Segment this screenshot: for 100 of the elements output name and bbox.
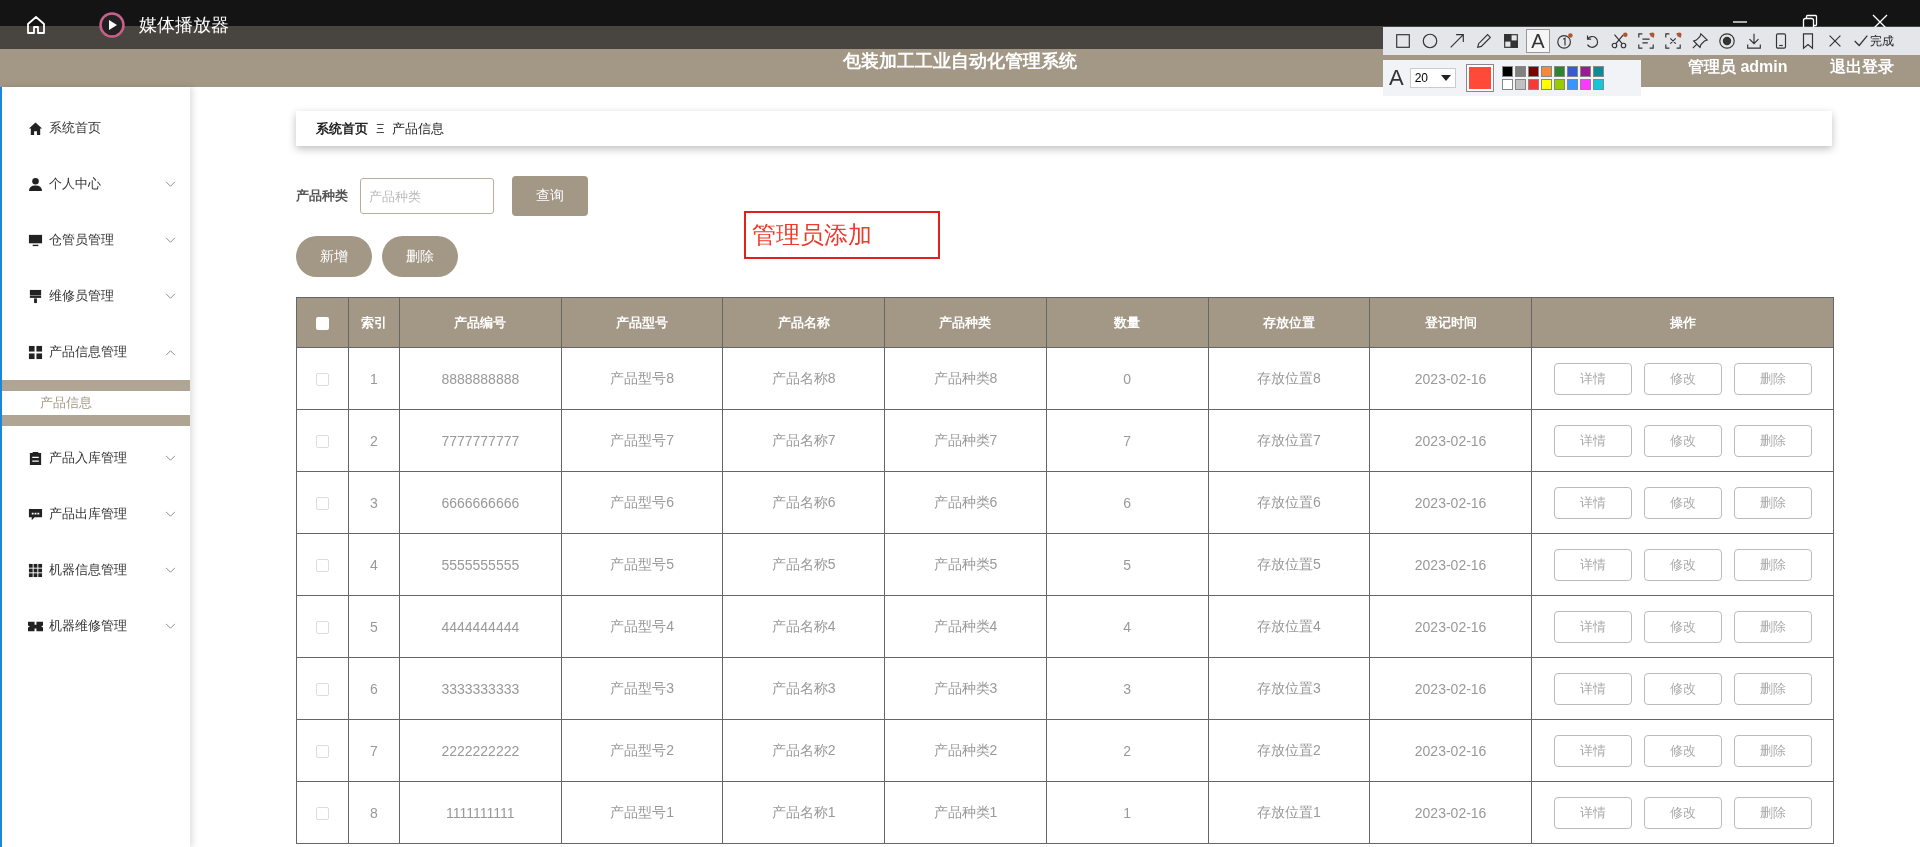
table-cell: 产品型号7 — [561, 409, 723, 472]
sidebar-item[interactable]: 个人中心 — [2, 156, 190, 212]
table-cell: 8888888888 — [399, 347, 562, 410]
edit-button[interactable]: 修改 — [1643, 734, 1722, 767]
delete-button[interactable]: 删除 — [1733, 734, 1812, 767]
table-cell: 产品名称6 — [722, 471, 885, 534]
details-button[interactable]: 详情 — [1553, 734, 1632, 767]
sidebar-item[interactable]: 维修员管理 — [2, 268, 190, 324]
edit-button[interactable]: 修改 — [1643, 672, 1722, 705]
color-swatch[interactable] — [1527, 66, 1539, 77]
details-button[interactable]: 详情 — [1553, 486, 1632, 519]
sidebar-item[interactable]: 产品入库管理 — [2, 430, 190, 486]
edit-button[interactable]: 修改 — [1643, 548, 1722, 581]
row-checkbox[interactable] — [316, 745, 329, 759]
column-header: 索引 — [348, 297, 400, 348]
color-swatch[interactable] — [1579, 66, 1591, 77]
edit-button[interactable]: 修改 — [1643, 362, 1722, 395]
table-cell: 4 — [1046, 595, 1208, 658]
delete-button[interactable]: 删除 — [1733, 362, 1812, 395]
color-swatch[interactable] — [1592, 66, 1604, 77]
table-cell: 1 — [1046, 781, 1208, 844]
color-swatch[interactable] — [1566, 66, 1578, 77]
table-cell: 产品名称4 — [722, 595, 885, 658]
row-checkbox[interactable] — [316, 683, 329, 697]
table-cell: 2023-02-16 — [1369, 533, 1532, 596]
select-all-checkbox[interactable] — [316, 317, 329, 331]
table-cell: 产品型号3 — [561, 657, 723, 720]
color-swatch[interactable] — [1592, 79, 1604, 90]
table-cell: 产品名称1 — [722, 781, 885, 844]
color-swatch[interactable] — [1540, 79, 1552, 90]
delete-button[interactable]: 删除 — [1733, 610, 1812, 643]
table-cell: 产品名称8 — [722, 347, 885, 410]
table-cell: 2023-02-16 — [1369, 719, 1532, 782]
current-color-swatch[interactable] — [1465, 64, 1494, 92]
table-cell: 产品种类6 — [884, 471, 1047, 534]
row-checkbox[interactable] — [316, 807, 329, 821]
table-cell: 存放位置1 — [1208, 781, 1370, 844]
details-button[interactable]: 详情 — [1553, 424, 1632, 457]
done-button[interactable]: 完成 — [1852, 32, 1894, 50]
edit-button[interactable]: 修改 — [1643, 796, 1722, 829]
add-button[interactable]: 新增 — [296, 236, 372, 277]
edit-button[interactable]: 修改 — [1643, 424, 1722, 457]
delete-button[interactable]: 删除 — [1733, 424, 1812, 457]
color-swatch[interactable] — [1514, 66, 1526, 77]
row-checkbox[interactable] — [316, 435, 329, 449]
color-swatch[interactable] — [1501, 79, 1513, 90]
font-size-dropdown[interactable]: 20 — [1409, 68, 1456, 88]
details-button[interactable]: 详情 — [1553, 672, 1632, 705]
table-cell: 存放位置8 — [1208, 347, 1370, 410]
sidebar-item[interactable]: 产品出库管理 — [2, 486, 190, 542]
table-cell: 产品型号1 — [561, 781, 723, 844]
row-checkbox[interactable] — [316, 497, 329, 511]
details-button[interactable]: 详情 — [1553, 610, 1632, 643]
logout-link[interactable]: 退出登录 — [1830, 57, 1894, 78]
table-cell: 产品名称5 — [722, 533, 885, 596]
sidebar-item[interactable]: 产品信息管理 — [2, 324, 190, 380]
table-cell: 6 — [1046, 471, 1208, 534]
color-swatch[interactable] — [1553, 79, 1565, 90]
edit-button[interactable]: 修改 — [1643, 610, 1722, 643]
row-checkbox[interactable] — [316, 373, 329, 387]
sidebar-item[interactable]: 系统首页 — [2, 100, 190, 156]
text-tool[interactable]: A — [1526, 29, 1550, 53]
column-header: 登记时间 — [1369, 297, 1532, 348]
sidebar-subitem[interactable]: 产品信息 — [2, 391, 190, 415]
search-label: 产品种类 — [296, 187, 349, 205]
color-swatch[interactable] — [1579, 79, 1591, 90]
delete-button[interactable]: 删除 — [382, 236, 458, 277]
color-swatch[interactable] — [1501, 66, 1513, 77]
column-header: 存放位置 — [1208, 297, 1370, 348]
table-cell: 产品种类2 — [884, 719, 1047, 782]
delete-button[interactable]: 删除 — [1733, 486, 1812, 519]
table-cell: 7777777777 — [399, 409, 562, 472]
details-button[interactable]: 详情 — [1553, 796, 1632, 829]
color-swatch[interactable] — [1540, 66, 1552, 77]
sidebar-item[interactable]: 仓管员管理 — [2, 212, 190, 268]
details-button[interactable]: 详情 — [1553, 548, 1632, 581]
sidebar-item[interactable]: 机器信息管理 — [2, 542, 190, 598]
color-swatch[interactable] — [1566, 79, 1578, 90]
search-field[interactable]: 产品种类 — [360, 178, 494, 214]
delete-button[interactable]: 删除 — [1733, 796, 1812, 829]
sidebar-item[interactable]: 机器维修管理 — [2, 598, 190, 654]
delete-button[interactable]: 删除 — [1733, 672, 1812, 705]
delete-button[interactable]: 删除 — [1733, 548, 1812, 581]
search-button[interactable]: 查询 — [512, 176, 588, 216]
restore-icon[interactable] — [1802, 14, 1818, 30]
table-cell: 产品型号5 — [561, 533, 723, 596]
breadcrumb-link[interactable]: 产品信息 — [392, 119, 445, 138]
table-cell: 7 — [1046, 409, 1208, 472]
color-swatch[interactable] — [1527, 79, 1539, 90]
color-swatch[interactable] — [1553, 66, 1565, 77]
breadcrumb-link[interactable]: 系统首页 — [316, 119, 368, 138]
table-cell: 5 — [348, 595, 400, 658]
row-checkbox[interactable] — [316, 621, 329, 635]
table-cell: 产品种类8 — [884, 347, 1047, 410]
edit-button[interactable]: 修改 — [1643, 486, 1722, 519]
table-cell: 2222222222 — [399, 719, 562, 782]
clipboard-icon — [28, 450, 43, 466]
row-checkbox[interactable] — [316, 559, 329, 573]
details-button[interactable]: 详情 — [1553, 362, 1632, 395]
color-swatch[interactable] — [1514, 79, 1526, 90]
